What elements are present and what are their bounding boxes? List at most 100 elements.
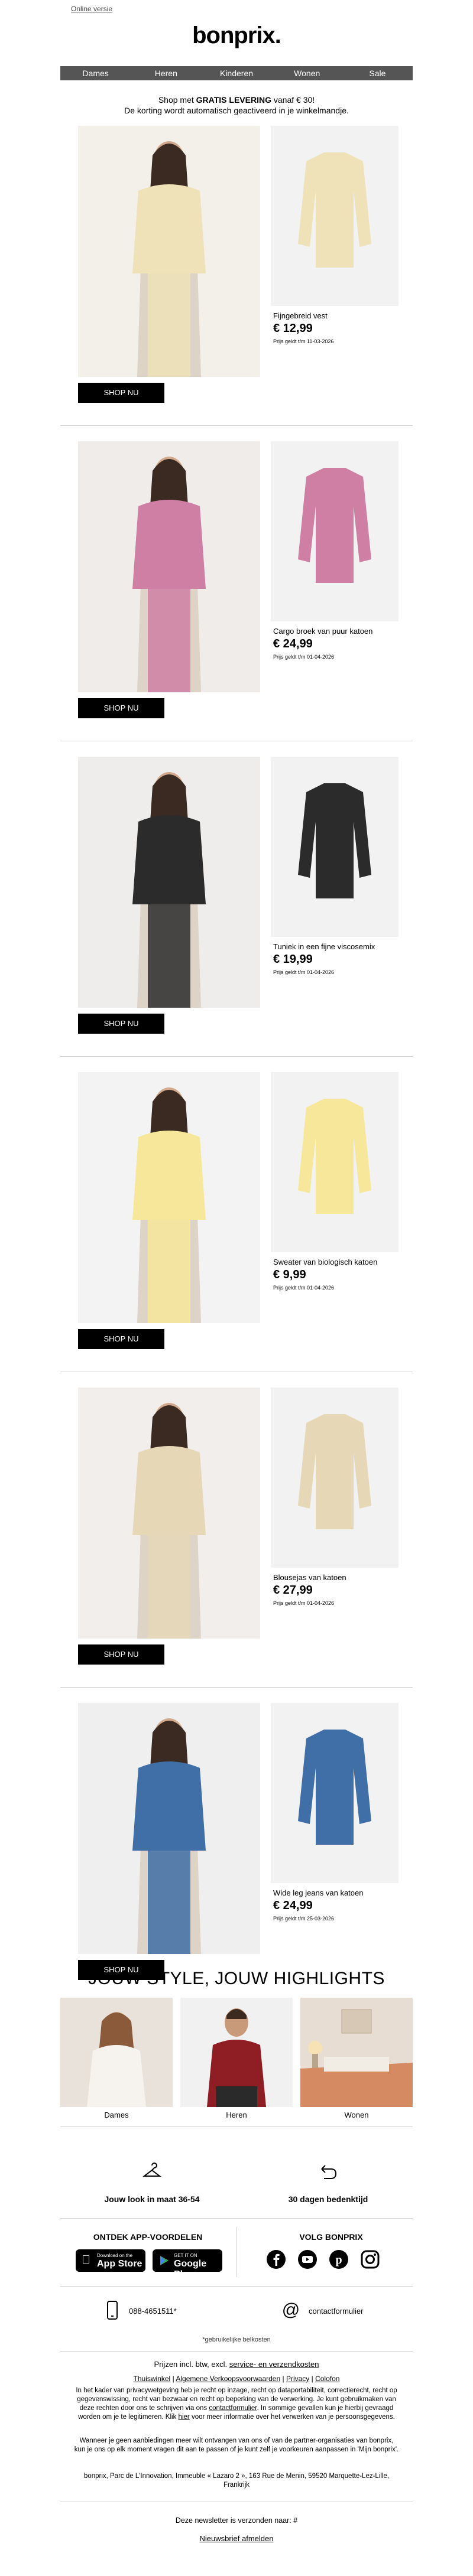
svg-text:@: @ <box>282 2300 300 2319</box>
nav-item-heren[interactable]: Heren <box>131 66 201 80</box>
svg-text:p: p <box>335 2253 342 2266</box>
product-price-validity: Prijs geldt t/m 25-03-2026 <box>273 1916 335 1922</box>
product-thumbnail-image[interactable] <box>271 441 399 621</box>
product-model-image[interactable] <box>78 441 260 692</box>
product-model-image[interactable] <box>78 1703 260 1954</box>
nav-item-kinderen[interactable]: Kinderen <box>201 66 271 80</box>
unsubscribe-link[interactable]: Nieuwsbrief afmelden <box>74 2534 399 2543</box>
feature-return: 30 dagen bedenktijd <box>288 2194 368 2204</box>
product-price: € 9,99 <box>273 1268 306 1281</box>
shipping-discount-note: De korting wordt automatisch geactiveerd… <box>124 106 349 115</box>
highlight-label-wonen[interactable]: Wonen <box>300 2111 413 2119</box>
product-thumbnail-image[interactable] <box>271 1072 399 1252</box>
google-play-small: GET IT ON <box>174 2253 197 2258</box>
shop-now-button[interactable]: SHOP NU <box>78 383 164 403</box>
product-name[interactable]: Blousejas van katoen <box>273 1573 346 1582</box>
nav-item-dames[interactable]: Dames <box>60 66 131 80</box>
nav-item-wonen[interactable]: Wonen <box>272 66 342 80</box>
product-name[interactable]: Sweater van biologisch katoen <box>273 1258 377 1266</box>
product-model-image[interactable] <box>78 126 260 377</box>
divider <box>60 2218 413 2219</box>
product-block: Cargo broek van puur katoen € 24,99 Prij… <box>60 441 413 737</box>
divider <box>60 425 413 426</box>
highlight-image-wonen[interactable] <box>300 1998 413 2107</box>
highlights-title: JOUW STYLE, JOUW HIGHLIGHTS <box>88 1969 385 1988</box>
divider <box>60 2286 413 2287</box>
highlight-label-dames[interactable]: Dames <box>60 2111 173 2119</box>
phone-number[interactable]: 088-4651511* <box>129 2307 177 2316</box>
shipping-banner: Shop met GRATIS LEVERING vanaf € 30! De … <box>0 95 473 116</box>
colofon-link[interactable]: Colofon <box>315 2375 339 2383</box>
google-play-label: Google Play <box>174 2259 207 2279</box>
social-title: VOLG BONPRIX <box>299 2232 363 2242</box>
nav-item-sale[interactable]: Sale <box>342 66 413 80</box>
product-thumbnail-image[interactable] <box>271 1388 399 1568</box>
product-price-validity: Prijs geldt t/m 11-03-2026 <box>273 338 334 344</box>
thuiswinkel-link[interactable]: Thuiswinkel <box>134 2375 171 2383</box>
product-block: Tuniek in een fijne viscosemix € 19,99 P… <box>60 757 413 1052</box>
pinterest-icon[interactable]: p <box>329 2249 349 2269</box>
service-link[interactable]: service- en verzendkosten <box>229 2360 319 2369</box>
facebook-icon[interactable] <box>266 2249 286 2269</box>
product-name[interactable]: Wide leg jeans van katoen <box>273 1888 363 1897</box>
phone-icon <box>106 2301 118 2320</box>
product-model-image[interactable] <box>78 1072 260 1323</box>
app-store-badge[interactable]:  Download on the App Store <box>76 2249 145 2272</box>
privacy-text-3: voor meer informatie over het verwerken … <box>191 2414 395 2421</box>
highlight-image-heren[interactable] <box>180 1998 293 2107</box>
instagram-icon[interactable] <box>360 2249 380 2269</box>
privacy-here-link[interactable]: hier <box>179 2414 190 2421</box>
shop-now-button[interactable]: SHOP NU <box>78 1329 164 1349</box>
product-model-image[interactable] <box>78 757 260 1008</box>
product-thumbnail-image[interactable] <box>271 1703 399 1883</box>
product-price: € 27,99 <box>273 1584 313 1597</box>
online-version-link[interactable]: Online versie <box>71 5 112 13</box>
product-price-validity: Prijs geldt t/m 01-04-2026 <box>273 969 335 975</box>
call-costs-note: *gebruikelijke belkosten <box>202 2336 271 2343</box>
highlight-label-heren[interactable]: Heren <box>180 2111 293 2119</box>
product-price: € 24,99 <box>273 1899 313 1912</box>
product-name[interactable]: Fijngebreid vest <box>273 311 328 320</box>
company-address: bonprix, Parc de L'Innovation, Immeuble … <box>83 2473 390 2489</box>
app-store-small: Download on the <box>97 2253 133 2258</box>
shop-now-button[interactable]: SHOP NU <box>78 1014 164 1034</box>
product-price: € 12,99 <box>273 322 313 335</box>
product-name[interactable]: Tuniek in een fijne viscosemix <box>273 942 375 951</box>
highlight-image-dames[interactable] <box>60 1998 173 2107</box>
divider <box>60 1687 413 1688</box>
sent-to-note: Deze newsletter is verzonden naar: # <box>175 2516 298 2525</box>
shipping-prefix: Shop met <box>158 95 196 105</box>
shipping-suffix: vanaf € 30! <box>271 95 315 105</box>
shop-now-button[interactable]: SHOP NU <box>78 1644 164 1665</box>
privacy-link[interactable]: Privacy <box>286 2375 309 2383</box>
bonprix-logo[interactable]: bonprix. <box>0 22 473 49</box>
terms-link[interactable]: Algemene Verkoopsvoorwaarden <box>176 2375 280 2383</box>
google-play-badge[interactable]: GET IT ON Google Play <box>153 2249 222 2279</box>
product-block: Sweater van biologisch katoen € 9,99 Pri… <box>60 1072 413 1367</box>
divider <box>60 1056 413 1057</box>
product-model-image[interactable] <box>78 1388 260 1639</box>
product-thumbnail-image[interactable] <box>271 126 399 306</box>
shipping-free-delivery: GRATIS LEVERING <box>196 95 271 105</box>
prices-text: Prijzen incl. btw, excl. <box>154 2360 229 2369</box>
hanger-icon <box>142 2162 162 2182</box>
contact-form-link[interactable]: contactformulier <box>309 2307 363 2316</box>
apps-title: ONTDEK APP-VOORDELEN <box>93 2232 203 2242</box>
youtube-icon[interactable] <box>297 2249 318 2269</box>
shop-now-button[interactable]: SHOP NU <box>78 698 164 718</box>
divider <box>60 2126 413 2127</box>
privacy-contact-link[interactable]: contactformulier <box>209 2405 257 2412</box>
main-nav: Dames Heren Kinderen Wonen Sale <box>60 66 413 80</box>
product-price-validity: Prijs geldt t/m 01-04-2026 <box>273 1600 335 1606</box>
offers-paragraph: Wanneer je geen aanbiedingen meer wilt o… <box>74 2437 399 2453</box>
product-thumbnail-image[interactable] <box>271 757 399 937</box>
return-arrow-icon <box>318 2162 338 2182</box>
divider <box>60 2351 413 2352</box>
product-name[interactable]: Cargo broek van puur katoen <box>273 627 372 636</box>
privacy-paragraph: In het kader van privacywetgeving heb je… <box>74 2386 399 2422</box>
product-price-validity: Prijs geldt t/m 01-04-2026 <box>273 1285 335 1291</box>
prices-note: Prijzen incl. btw, excl. service- en ver… <box>74 2360 399 2369</box>
app-store-label: App Store <box>97 2259 142 2269</box>
product-price: € 24,99 <box>273 637 313 650</box>
product-block: Fijngebreid vest € 12,99 Prijs geldt t/m… <box>60 126 413 421</box>
